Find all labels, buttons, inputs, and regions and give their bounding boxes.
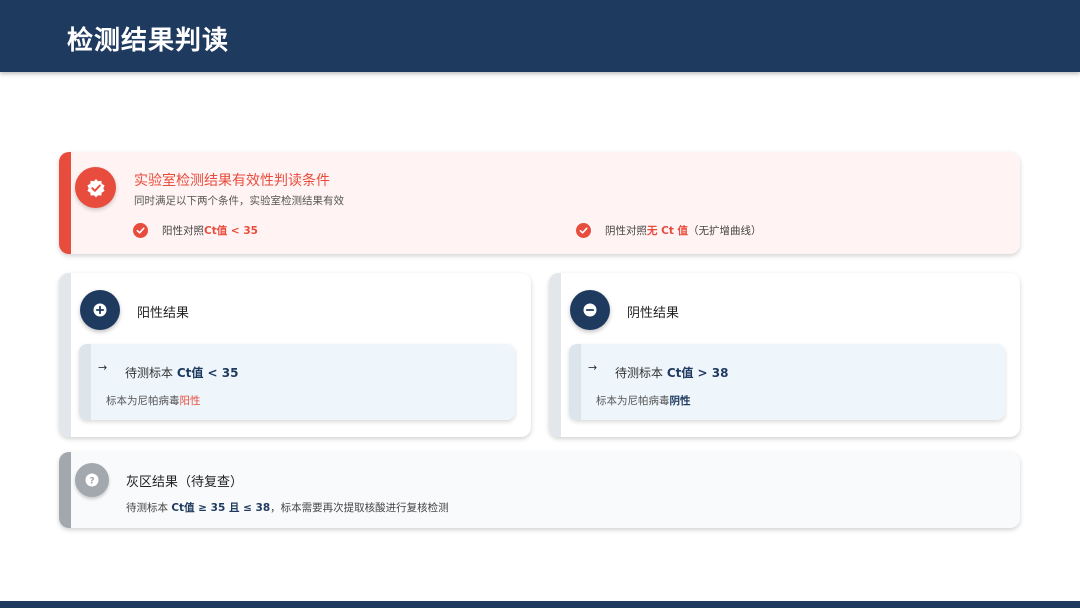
condition-positive-control: 阳性对照 Ct值 < 35 — [133, 223, 258, 238]
card-stripe — [549, 273, 561, 437]
criterion-prefix: 待测标本 — [125, 366, 177, 380]
check-icon — [133, 223, 148, 238]
page-title: 检测结果判读 — [67, 26, 230, 56]
negative-result-card: 阴性结果 → 待测标本 Ct值 > 38 标本为尼帕病毒阴性 — [549, 273, 1020, 437]
negative-title: 阴性结果 — [627, 306, 680, 321]
arrow-right-icon: → — [98, 361, 108, 374]
positive-criterion: 待测标本 Ct值 < 35 — [125, 364, 238, 381]
svg-text:?: ? — [89, 476, 94, 486]
check-icon — [576, 223, 591, 238]
condition-negative-control: 阴性对照 无 Ct 值 （无扩增曲线） — [576, 223, 762, 238]
positive-conclusion: 标本为尼帕病毒阳性 — [106, 393, 201, 408]
validity-title: 实验室检测结果有效性判读条件 — [134, 173, 330, 189]
positive-result-card: 阳性结果 → 待测标本 Ct值 < 35 标本为尼帕病毒阳性 — [59, 273, 531, 437]
conclusion-prefix: 标本为尼帕病毒 — [596, 395, 670, 407]
negative-criteria-box: → 待测标本 Ct值 > 38 标本为尼帕病毒阴性 — [569, 344, 1005, 420]
condition-label: 阴性对照 — [605, 225, 647, 237]
validity-subtitle: 同时满足以下两个条件，实验室检测结果有效 — [134, 195, 344, 207]
condition-note: （无扩增曲线） — [688, 225, 762, 237]
verified-badge-icon — [75, 167, 116, 208]
card-stripe — [59, 452, 71, 528]
grey-zone-description: 待测标本 Ct值 ≥ 35 且 ≤ 38，标本需要再次提取核酸进行复核检测 — [126, 500, 449, 515]
positive-title: 阳性结果 — [137, 306, 190, 321]
condition-label: 阳性对照 — [162, 225, 204, 237]
criterion-value: Ct值 < 35 — [176, 366, 239, 380]
box-stripe — [79, 344, 91, 420]
conclusion-prefix: 标本为尼帕病毒 — [106, 395, 180, 407]
bottom-bar — [0, 601, 1080, 608]
validity-card: 实验室检测结果有效性判读条件 同时满足以下两个条件，实验室检测结果有效 阳性对照… — [59, 152, 1020, 254]
criterion-prefix: 待测标本 — [615, 366, 667, 380]
negative-conclusion: 标本为尼帕病毒阴性 — [596, 393, 691, 408]
conclusion-result: 阴性 — [669, 395, 691, 407]
grey-zone-title: 灰区结果（待复查） — [126, 475, 244, 490]
plus-icon — [80, 290, 120, 330]
title-bar: 检测结果判读 — [0, 0, 1080, 72]
negative-criterion: 待测标本 Ct值 > 38 — [615, 364, 728, 381]
grey-suffix: ，标本需要再次提取核酸进行复核检测 — [270, 502, 449, 514]
condition-value: Ct值 < 35 — [204, 225, 258, 237]
conclusion-result: 阳性 — [179, 395, 201, 407]
condition-value: 无 Ct 值 — [647, 225, 689, 237]
box-stripe — [569, 344, 581, 420]
card-stripe — [59, 273, 71, 437]
grey-prefix: 待测标本 — [126, 502, 172, 514]
question-icon: ? — [75, 463, 109, 497]
positive-criteria-box: → 待测标本 Ct值 < 35 标本为尼帕病毒阳性 — [79, 344, 515, 420]
grey-zone-card: ? 灰区结果（待复查） 待测标本 Ct值 ≥ 35 且 ≤ 38，标本需要再次提… — [59, 452, 1020, 528]
arrow-right-icon: → — [588, 361, 598, 374]
grey-value: Ct值 ≥ 35 且 ≤ 38 — [171, 502, 271, 514]
accent-stripe — [59, 152, 71, 254]
criterion-value: Ct值 > 38 — [666, 366, 729, 380]
minus-icon — [570, 290, 610, 330]
